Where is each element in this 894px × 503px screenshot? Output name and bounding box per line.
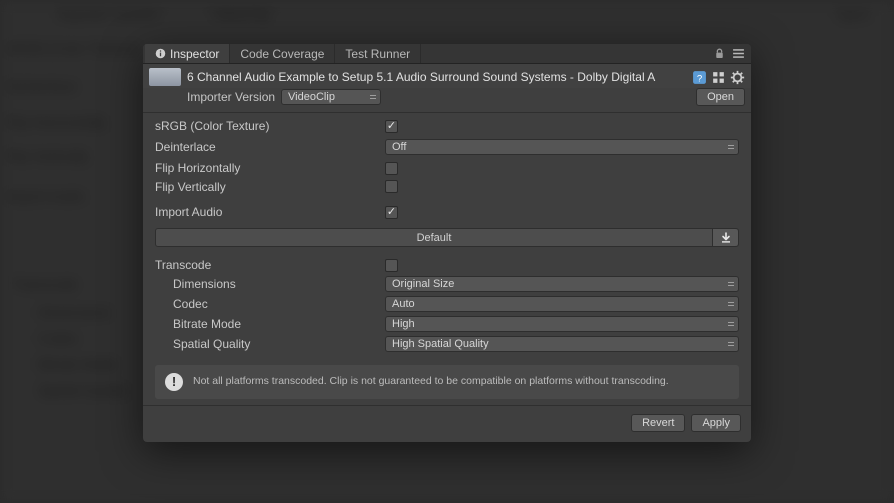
asset-header: 6 Channel Audio Example to Setup 5.1 Aud…: [143, 64, 751, 88]
asset-title: 6 Channel Audio Example to Setup 5.1 Aud…: [187, 70, 686, 84]
asset-thumbnail: [149, 68, 181, 86]
transcode-label: Transcode: [155, 258, 385, 272]
tab-label: Code Coverage: [240, 47, 324, 61]
tab-inspector[interactable]: Inspector: [145, 44, 230, 63]
flip-v-checkbox[interactable]: [385, 180, 398, 193]
importer-version-label: Importer Version: [187, 90, 275, 104]
svg-text:?: ?: [697, 73, 702, 84]
warning-icon: !: [165, 373, 183, 391]
row-codec: Codec Auto: [143, 295, 751, 315]
bitrate-select[interactable]: High: [385, 316, 739, 332]
platform-default-tab[interactable]: Default: [156, 232, 712, 244]
tab-label: Inspector: [170, 47, 219, 61]
info-icon: [155, 48, 166, 59]
open-button[interactable]: Open: [696, 88, 745, 106]
row-dimensions: Dimensions Original Size: [143, 275, 751, 295]
lock-icon[interactable]: [713, 47, 726, 60]
import-audio-label: Import Audio: [155, 205, 385, 219]
codec-label: Codec: [155, 297, 385, 311]
flip-h-label: Flip Horizontally: [155, 161, 385, 175]
row-deinterlace: Deinterlace Off: [143, 136, 751, 158]
importer-version-select[interactable]: VideoClip: [281, 89, 381, 105]
tab-bar: Inspector Code Coverage Test Runner: [143, 44, 751, 64]
preset-icon[interactable]: [711, 70, 726, 85]
import-audio-checkbox[interactable]: [385, 206, 398, 219]
transcode-checkbox[interactable]: [385, 259, 398, 272]
warning-text: Not all platforms transcoded. Clip is no…: [193, 375, 669, 389]
spatial-label: Spatial Quality: [155, 337, 385, 351]
apply-button[interactable]: Apply: [691, 414, 741, 432]
row-bitrate: Bitrate Mode High: [143, 315, 751, 335]
revert-button[interactable]: Revert: [631, 414, 685, 432]
tab-code-coverage[interactable]: Code Coverage: [230, 44, 335, 63]
row-import-audio: Import Audio: [143, 202, 751, 222]
srgb-checkbox[interactable]: [385, 120, 398, 133]
flip-v-label: Flip Vertically: [155, 180, 385, 194]
spatial-select[interactable]: High Spatial Quality: [385, 336, 739, 352]
importer-version-row: Importer Version VideoClip Open: [143, 88, 751, 110]
tab-test-runner[interactable]: Test Runner: [335, 44, 421, 63]
download-icon[interactable]: [712, 229, 738, 246]
tab-label: Test Runner: [345, 47, 410, 61]
dimensions-label: Dimensions: [155, 277, 385, 291]
codec-select[interactable]: Auto: [385, 296, 739, 312]
platform-tab-bar: Default: [155, 228, 739, 247]
row-flip-v: Flip Vertically: [143, 178, 751, 198]
menu-icon[interactable]: [732, 47, 745, 60]
dimensions-select[interactable]: Original Size: [385, 276, 739, 292]
bitrate-label: Bitrate Mode: [155, 317, 385, 331]
deinterlace-label: Deinterlace: [155, 140, 385, 154]
deinterlace-select[interactable]: Off: [385, 139, 739, 155]
warning-box: ! Not all platforms transcoded. Clip is …: [155, 365, 739, 399]
row-flip-h: Flip Horizontally: [143, 158, 751, 178]
footer: Revert Apply: [143, 405, 751, 442]
flip-h-checkbox[interactable]: [385, 162, 398, 175]
row-srgb: sRGB (Color Texture): [143, 112, 751, 136]
row-spatial: Spatial Quality High Spatial Quality: [143, 335, 751, 355]
help-icon[interactable]: ?: [692, 70, 707, 85]
gear-icon[interactable]: [730, 70, 745, 85]
srgb-label: sRGB (Color Texture): [155, 119, 385, 133]
row-transcode: Transcode: [143, 255, 751, 275]
inspector-panel: Inspector Code Coverage Test Runner 6 Ch…: [143, 44, 751, 442]
